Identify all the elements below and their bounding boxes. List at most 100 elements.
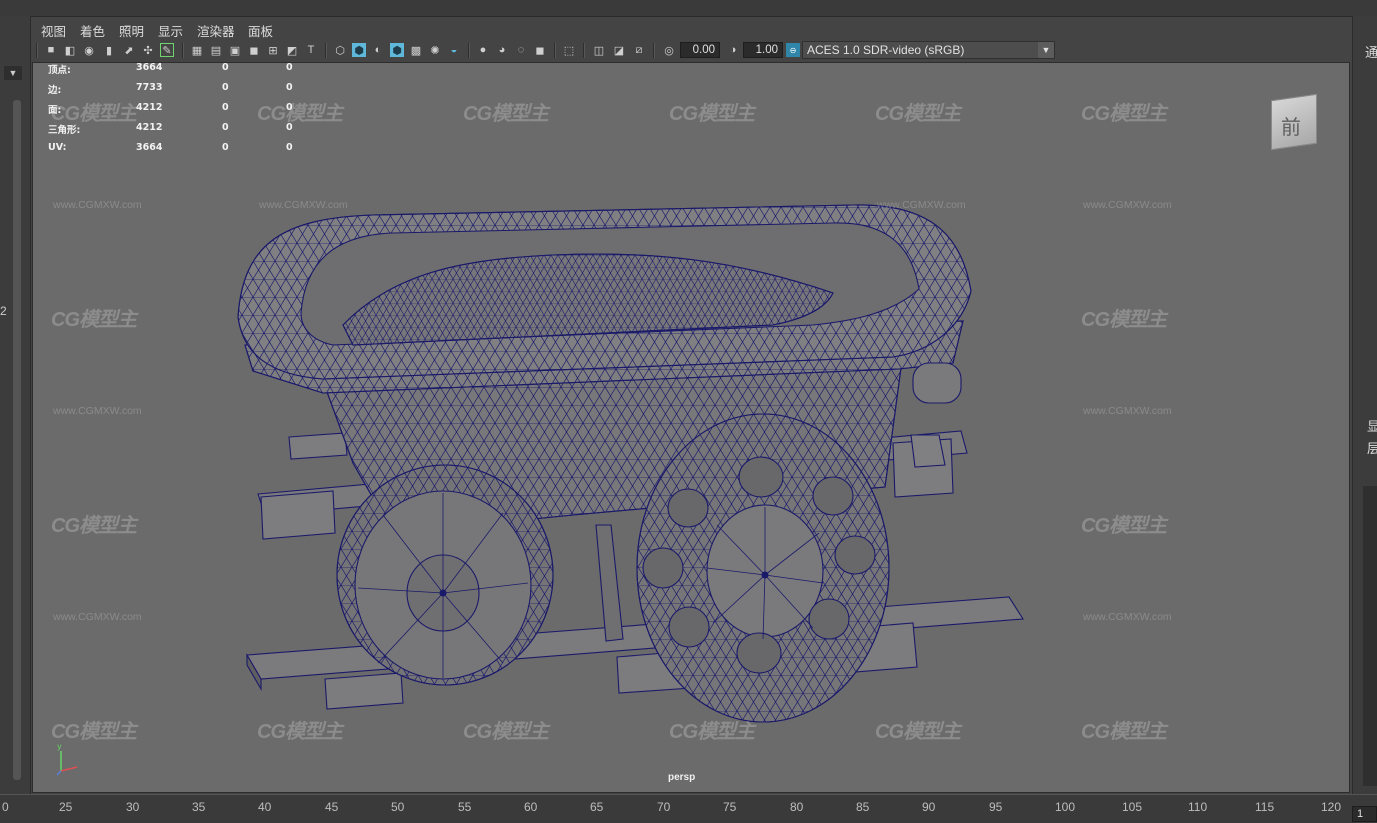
xray-joints-icon[interactable]: ◪ xyxy=(612,43,626,57)
smooth-shade-icon[interactable]: ⬢ xyxy=(352,43,366,57)
image-plane-icon[interactable]: ⬈ xyxy=(122,43,136,57)
timeline-tick: 90 xyxy=(922,800,936,814)
time-slider[interactable] xyxy=(0,794,1377,823)
motion-blur-icon[interactable]: ◕ xyxy=(495,43,509,57)
axis-gizmo: y xyxy=(56,742,78,776)
watermark-url: www.CGMXW.com xyxy=(53,611,142,623)
menu-panels[interactable]: 面板 xyxy=(248,21,273,40)
timeline-tick: 45 xyxy=(325,800,339,814)
watermark-logo: CG模型主 xyxy=(1081,309,1167,331)
chevron-down-icon: ▼ xyxy=(1038,42,1054,58)
use-lights-icon[interactable]: ✺ xyxy=(428,43,442,57)
exposure-field[interactable]: 0.00 xyxy=(680,42,720,58)
right-side-panel: 通 显 层 xyxy=(1352,16,1377,794)
viewport-toolbar: ■ ◧ ◉ ▮ ⬈ ✣ ✎ ▦ ▤ ▣ ◼ ⊞ ◩ T ⬡ ⬢ ◐ ⬢ ▩ ✺ … xyxy=(32,40,1350,63)
watermark-logo: CG模型主 xyxy=(463,103,549,125)
current-frame-value: 1 xyxy=(1357,808,1364,820)
isolate-select-icon[interactable]: ⬚ xyxy=(562,43,576,57)
xray-icon[interactable]: ◫ xyxy=(592,43,606,57)
depth-of-field-icon[interactable]: ◼ xyxy=(533,43,547,57)
mine-cart-wireframe-mesh: y xyxy=(56,204,1024,776)
safe-action-icon[interactable]: ◩ xyxy=(285,43,299,57)
viewport-menu-bar: 视图 着色 照明 显示 渲染器 面板 xyxy=(32,18,1350,40)
timeline-tick: 50 xyxy=(391,800,405,814)
watermark-logo: CG模型主 xyxy=(51,721,137,743)
camera-name-label: persp xyxy=(668,772,696,783)
watermark-url: www.CGMXW.com xyxy=(1083,199,1172,211)
timeline-tick: 100 xyxy=(1055,800,1076,814)
wireframe-on-shaded-icon[interactable]: ⬢ xyxy=(390,43,404,57)
timeline-tick: 110 xyxy=(1188,800,1208,814)
timeline-tick: 40 xyxy=(258,800,272,814)
menu-shading[interactable]: 着色 xyxy=(80,21,105,40)
right-panel-text-1: 通 xyxy=(1365,45,1377,60)
default-material-icon[interactable]: ◐ xyxy=(371,43,385,57)
watermark-logo: CG模型主 xyxy=(257,103,343,125)
panel-dropdown-arrow[interactable]: ▼ xyxy=(4,66,22,80)
grid-icon[interactable]: ▦ xyxy=(190,43,204,57)
watermark-url: www.CGMXW.com xyxy=(53,199,142,211)
watermark-logo: CG模型主 xyxy=(51,515,137,537)
watermark-logo: CG模型主 xyxy=(1081,515,1167,537)
right-panel-text-3: 层 xyxy=(1367,441,1377,456)
anti-aliasing-icon[interactable]: ◌ xyxy=(514,43,528,57)
left-side-panel: ▼ 2 xyxy=(0,16,31,794)
timeline-tick: 115 xyxy=(1255,800,1275,814)
left-panel-scrollbar[interactable] xyxy=(13,100,21,780)
top-strip xyxy=(0,0,1377,17)
timeline-tick: 105 xyxy=(1122,800,1143,814)
watermark-logo: CG模型主 xyxy=(1081,721,1167,743)
camera-attr-icon[interactable]: ◧ xyxy=(63,43,77,57)
timeline-tick: 30 xyxy=(126,800,140,814)
current-frame-field[interactable]: 1 xyxy=(1352,806,1377,822)
timeline-tick: 95 xyxy=(989,800,1003,814)
menu-show[interactable]: 显示 xyxy=(158,21,183,40)
view-cube-front-label: 前 xyxy=(1281,115,1301,139)
watermark-logo: CG模型主 xyxy=(875,721,961,743)
shadows-icon[interactable]: ◒ xyxy=(447,43,461,57)
exposure-icon[interactable]: ◎ xyxy=(662,43,676,57)
xray-active-icon[interactable]: ⧄ xyxy=(632,43,646,57)
menu-view[interactable]: 视图 xyxy=(41,21,66,40)
view-cube[interactable]: 前 xyxy=(1269,91,1319,151)
left-panel-number: 2 xyxy=(0,304,7,318)
wireframe-icon[interactable]: ⬡ xyxy=(333,43,347,57)
right-panel-scrollbar[interactable] xyxy=(1363,486,1377,786)
timeline-tick: 65 xyxy=(590,800,604,814)
bookmark-camera-icon[interactable]: ◉ xyxy=(82,43,96,57)
watermark-logo: CG模型主 xyxy=(1081,103,1167,125)
bookmark-icon[interactable]: ▮ xyxy=(102,43,116,57)
watermark-url: www.CGMXW.com xyxy=(259,199,348,211)
timeline-tick: 55 xyxy=(458,800,472,814)
2d-pan-icon[interactable]: ✣ xyxy=(141,43,155,57)
watermark-logo: CG模型主 xyxy=(51,309,137,331)
gate-mask-icon[interactable]: ◼ xyxy=(247,43,261,57)
3d-viewport[interactable]: y CG模型主 CG模型主 CG模型主 CG模型主 CG模型主 CG模型主 ww… xyxy=(32,62,1350,793)
watermark-url: www.CGMXW.com xyxy=(877,199,966,211)
watermark-url: www.CGMXW.com xyxy=(1083,405,1172,417)
gamma-icon[interactable]: ◑ xyxy=(726,43,740,57)
timeline-tick: 35 xyxy=(192,800,206,814)
resolution-gate-icon[interactable]: ▣ xyxy=(228,43,242,57)
watermark-logo: CG模型主 xyxy=(669,721,755,743)
view-transform-icon[interactable]: ⊖ xyxy=(786,43,800,57)
watermark-logo: CG模型主 xyxy=(669,103,755,125)
film-gate-icon[interactable]: ▤ xyxy=(209,43,223,57)
menu-lighting[interactable]: 照明 xyxy=(119,21,144,40)
gamma-field[interactable]: 1.00 xyxy=(743,42,783,58)
grease-pencil-icon[interactable]: ✎ xyxy=(160,43,174,57)
color-management-dropdown[interactable]: ACES 1.0 SDR-video (sRGB) ▼ xyxy=(802,41,1055,59)
camera-select-icon[interactable]: ■ xyxy=(44,43,58,57)
menu-renderer[interactable]: 渲染器 xyxy=(197,21,235,40)
safe-title-icon[interactable]: T xyxy=(304,43,318,57)
timeline-tick: 120 xyxy=(1321,800,1342,814)
right-panel-text-2: 显 xyxy=(1367,419,1377,434)
watermark-logo: CG模型主 xyxy=(875,103,961,125)
timeline-tick: 75 xyxy=(723,800,737,814)
timeline-tick: 70 xyxy=(657,800,671,814)
textured-icon[interactable]: ▩ xyxy=(409,43,423,57)
watermark-logo: CG模型主 xyxy=(463,721,549,743)
watermark-url: www.CGMXW.com xyxy=(53,405,142,417)
screen-space-ao-icon[interactable]: ● xyxy=(476,43,490,57)
field-chart-icon[interactable]: ⊞ xyxy=(266,43,280,57)
